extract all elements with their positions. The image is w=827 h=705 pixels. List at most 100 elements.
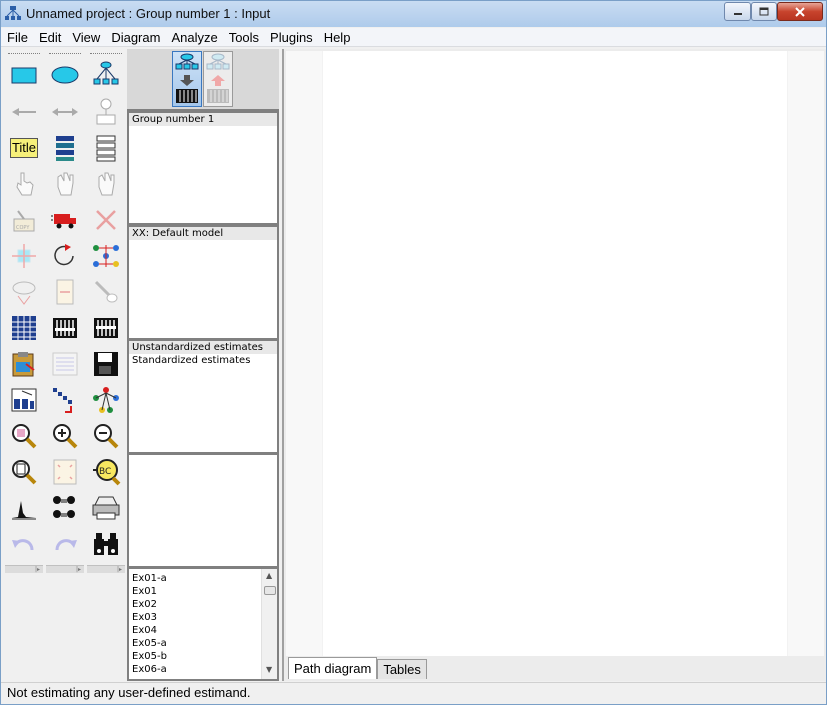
draw-latent-indicator-tool[interactable] — [87, 59, 125, 91]
groups-pane: Group number 1 — [129, 113, 277, 223]
menu-help[interactable]: Help — [318, 28, 356, 47]
diagram-page[interactable] — [322, 51, 788, 656]
menu-file[interactable]: File — [1, 28, 33, 47]
column-scroll-foot[interactable]: |▸ — [5, 565, 43, 573]
menu-tools[interactable]: Tools — [223, 28, 264, 47]
rotate-tool[interactable] — [46, 240, 84, 272]
reflect-tool[interactable] — [87, 240, 125, 272]
copy-clipboard-tool[interactable] — [5, 348, 43, 380]
move-parameter-tool[interactable] — [5, 276, 43, 308]
toolbar-grip[interactable] — [90, 53, 122, 54]
file-item[interactable]: Ex01-a — [129, 572, 261, 585]
magnify-glass-icon: BC — [93, 459, 121, 486]
scroll-thumb[interactable] — [264, 586, 276, 595]
path-diagram-canvas[interactable] — [286, 51, 824, 656]
figure-caption-tool[interactable]: Title — [5, 132, 43, 164]
file-item[interactable]: Ex05-a — [129, 637, 261, 650]
model-item[interactable]: XX: Default model — [129, 227, 277, 240]
file-item[interactable]: Ex02 — [129, 598, 261, 611]
models-pane: XX: Default model — [129, 227, 277, 338]
drag-properties-icon — [53, 388, 72, 413]
object-properties-tool[interactable] — [5, 384, 43, 416]
maximize-button[interactable] — [751, 2, 777, 21]
select-one-tool[interactable] — [5, 168, 43, 200]
latent-variable-indicators-icon — [93, 61, 119, 85]
save-diagram-tool[interactable] — [87, 348, 125, 380]
toolbar-grip[interactable] — [49, 53, 81, 54]
menu-analyze[interactable]: Analyze — [165, 28, 222, 47]
list-model-variables-tool[interactable] — [46, 132, 84, 164]
file-item[interactable]: Ex01 — [129, 585, 261, 598]
preserve-symmetries-tool[interactable] — [87, 384, 125, 416]
draw-observed-variable-tool[interactable] — [5, 59, 43, 91]
draw-unobserved-variable-tool[interactable] — [46, 59, 84, 91]
show-page-icon — [12, 460, 37, 485]
view-output-path-diagram-button[interactable] — [203, 51, 233, 107]
select-all-tool[interactable] — [46, 168, 84, 200]
analysis-properties-tool[interactable] — [46, 312, 84, 344]
move-tool[interactable] — [46, 204, 84, 236]
menu-edit[interactable]: Edit — [33, 28, 66, 47]
tool-palette: Title COPY |▸ |▸ BC |▸ — [5, 49, 127, 677]
file-item[interactable]: Ex04 — [129, 624, 261, 637]
file-item[interactable]: Ex06-a — [129, 663, 261, 676]
calculate-estimates-icon — [94, 318, 118, 338]
touch-up-tool[interactable] — [87, 276, 125, 308]
single-arrow-path-icon — [12, 108, 36, 116]
group-item[interactable]: Group number 1 — [129, 113, 277, 126]
menu-diagram[interactable]: Diagram — [105, 28, 165, 47]
unstandardized-estimates-item[interactable]: Unstandardized estimates — [129, 341, 277, 354]
list-dataset-variables-tool[interactable] — [87, 132, 125, 164]
canvas-margin-right — [788, 51, 824, 656]
file-item[interactable]: Ex03 — [129, 611, 261, 624]
resize-diagram-tool[interactable] — [46, 456, 84, 488]
view-input-path-diagram-button[interactable] — [172, 51, 202, 107]
column-scroll-foot[interactable]: |▸ — [87, 565, 125, 573]
files-scrollbar[interactable]: ▲ ▼ — [261, 569, 277, 679]
file-item[interactable]: Ex05-b — [129, 650, 261, 663]
zoom-in-tool[interactable] — [46, 420, 84, 452]
list-model-variables-icon — [56, 136, 74, 161]
scroll-up-icon[interactable]: ▲ — [266, 571, 272, 580]
select-data-files-tool[interactable] — [5, 312, 43, 344]
tab-tables[interactable]: Tables — [377, 659, 427, 679]
change-shape-icon — [12, 244, 36, 268]
menu-plugins[interactable]: Plugins — [264, 28, 318, 47]
view-text-tool[interactable] — [46, 348, 84, 380]
model-navigation-panel: Group number 1 XX: Default model Unstand… — [127, 49, 279, 681]
erase-tool[interactable] — [87, 204, 125, 236]
change-shape-tool[interactable] — [5, 240, 43, 272]
unique-variable-tool[interactable] — [87, 96, 125, 128]
bayesian-tool[interactable] — [5, 492, 43, 524]
draw-covariance-tool[interactable] — [46, 96, 84, 128]
deselect-all-tool[interactable] — [87, 168, 125, 200]
drag-properties-tool[interactable] — [46, 384, 84, 416]
close-button[interactable] — [777, 2, 823, 21]
menu-view[interactable]: View — [66, 28, 105, 47]
toolbar-grip[interactable] — [8, 53, 40, 54]
tab-path-diagram[interactable]: Path diagram — [288, 657, 378, 679]
calculate-estimates-tool[interactable] — [87, 312, 125, 344]
ellipse-unobserved-variable-icon — [51, 66, 79, 84]
amos-app-icon[interactable] — [5, 6, 21, 22]
duplicate-tool[interactable]: COPY — [5, 204, 43, 236]
redo-tool[interactable] — [46, 528, 84, 560]
output-diagram-icon — [206, 53, 230, 103]
standardized-estimates-item[interactable]: Standardized estimates — [129, 354, 277, 367]
title-bar[interactable]: Unnamed project : Group number 1 : Input — [1, 1, 826, 27]
column-scroll-foot[interactable]: |▸ — [46, 565, 84, 573]
magnify-glass-tool[interactable]: BC — [87, 456, 125, 488]
multiple-group-tool[interactable] — [46, 492, 84, 524]
specification-search-tool[interactable] — [87, 528, 125, 560]
draw-path-tool[interactable] — [5, 96, 43, 128]
undo-tool[interactable] — [5, 528, 43, 560]
print-tool[interactable] — [87, 492, 125, 524]
duplicate-objects-icon: COPY — [13, 210, 35, 232]
minimize-button[interactable] — [724, 2, 751, 21]
show-page-tool[interactable] — [5, 456, 43, 488]
scroll-tool[interactable] — [46, 276, 84, 308]
zoom-out-tool[interactable] — [87, 420, 125, 452]
zoom-area-tool[interactable] — [5, 420, 43, 452]
tool-column-2: |▸ — [46, 49, 84, 575]
scroll-down-icon[interactable]: ▼ — [266, 665, 272, 674]
